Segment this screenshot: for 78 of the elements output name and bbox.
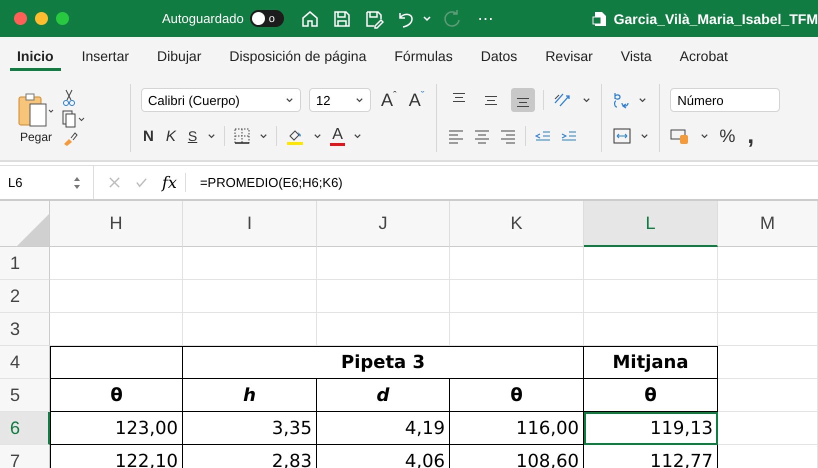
caret-icon xyxy=(285,96,294,104)
table-cell: 3,35 xyxy=(183,412,317,445)
ribbon-tab[interactable]: Datos xyxy=(474,42,524,71)
stepper-icon[interactable] xyxy=(73,176,81,190)
ribbon-tab[interactable]: Acrobat xyxy=(672,42,735,71)
row-header[interactable]: 2 xyxy=(0,280,50,313)
caret-icon[interactable] xyxy=(422,14,432,24)
table-cell: 123,00 xyxy=(50,412,183,445)
percent-button[interactable]: % xyxy=(717,126,738,146)
copy-icon[interactable] xyxy=(62,110,86,128)
save-icon[interactable] xyxy=(332,8,352,28)
caret-icon[interactable] xyxy=(259,132,268,140)
font-color-button[interactable]: A xyxy=(330,126,345,146)
row-header[interactable]: 4 xyxy=(0,346,50,379)
table-cell: θ xyxy=(50,379,183,412)
cut-icon[interactable] xyxy=(62,89,76,107)
caret-icon[interactable] xyxy=(207,132,216,140)
document-icon xyxy=(592,10,608,26)
paste-button[interactable]: Pegar xyxy=(16,92,56,144)
name-box[interactable]: L6 xyxy=(0,166,94,199)
autosave-label: Autoguardado xyxy=(162,11,244,26)
number-format-select[interactable]: Número xyxy=(670,88,780,112)
save-as-icon[interactable] xyxy=(364,8,384,28)
column-header[interactable]: H xyxy=(50,201,183,247)
minimize-button[interactable] xyxy=(35,12,48,25)
borders-icon[interactable] xyxy=(233,127,252,145)
row-header[interactable]: 6 xyxy=(0,412,50,445)
caret-icon xyxy=(355,96,364,104)
ribbon-tab[interactable]: Insertar xyxy=(74,42,136,71)
ribbon-tab[interactable]: Fórmulas xyxy=(387,42,460,71)
shrink-font-button[interactable]: A$^{ˇ}$ xyxy=(406,90,426,110)
file-name: Garcia_Vilà_Maria_Isabel_TFM xyxy=(614,10,818,26)
column-header[interactable]: L xyxy=(584,201,718,247)
table-cell: 4,19 xyxy=(317,412,450,445)
table-cell: d xyxy=(317,379,450,412)
ribbon-tab[interactable]: Revisar xyxy=(538,42,600,71)
table-cell: Mitjana xyxy=(584,346,718,379)
font-name-select[interactable]: Calibri (Cuerpo) xyxy=(141,88,301,112)
column-header[interactable]: M xyxy=(718,201,818,247)
autosave-toggle[interactable]: o xyxy=(250,10,284,27)
vertical-align-icon xyxy=(517,98,530,107)
font-size-select[interactable]: 12 xyxy=(309,88,371,112)
caret-icon[interactable] xyxy=(313,132,322,140)
underline-button[interactable]: S xyxy=(186,128,200,144)
row-header[interactable]: 7 xyxy=(0,445,50,468)
grow-font-button[interactable]: A$^{ˆ}$ xyxy=(379,90,399,110)
ribbon-tab[interactable]: Vista xyxy=(614,42,659,71)
home-icon[interactable] xyxy=(300,8,320,28)
vertical-align-button[interactable] xyxy=(511,88,536,112)
caret-icon[interactable] xyxy=(700,132,710,140)
column-header[interactable]: I xyxy=(183,201,317,247)
table-cell: 116,00 xyxy=(450,412,584,445)
row-header[interactable]: 5 xyxy=(0,379,50,412)
wrap-text-icon[interactable] xyxy=(612,90,630,110)
table-cell: Pipeta 3 xyxy=(183,346,584,379)
table-cell: h xyxy=(183,379,317,412)
ribbon-tab[interactable]: Disposición de página xyxy=(222,42,374,71)
formula-field[interactable]: =PROMEDIO(E6;H6;K6) xyxy=(200,175,343,190)
row-header[interactable]: 3 xyxy=(0,313,50,346)
caret-icon[interactable] xyxy=(352,132,362,140)
column-header[interactable]: J xyxy=(317,201,450,247)
insert-function-button[interactable]: fx xyxy=(162,173,186,192)
table-cell: 119,13 xyxy=(584,412,718,445)
brush-icon[interactable] xyxy=(62,131,78,147)
row-header[interactable]: 1 xyxy=(0,247,50,280)
vertical-align-icon xyxy=(453,93,466,102)
ribbon-tab[interactable]: Dibujar xyxy=(150,42,208,71)
table-cell: θ xyxy=(584,379,718,412)
italic-button[interactable]: K xyxy=(164,128,178,144)
ribbon-tab[interactable]: Inicio xyxy=(10,42,61,71)
more-button[interactable]: ⋯ xyxy=(478,8,494,28)
vertical-align-icon xyxy=(485,96,498,104)
table-cell: θ xyxy=(450,379,584,412)
caret-icon[interactable] xyxy=(640,132,650,140)
caret-icon[interactable] xyxy=(582,96,592,104)
merge-cells-icon[interactable] xyxy=(612,127,632,145)
bold-button[interactable]: N xyxy=(141,128,156,144)
caret-icon[interactable] xyxy=(638,96,648,104)
